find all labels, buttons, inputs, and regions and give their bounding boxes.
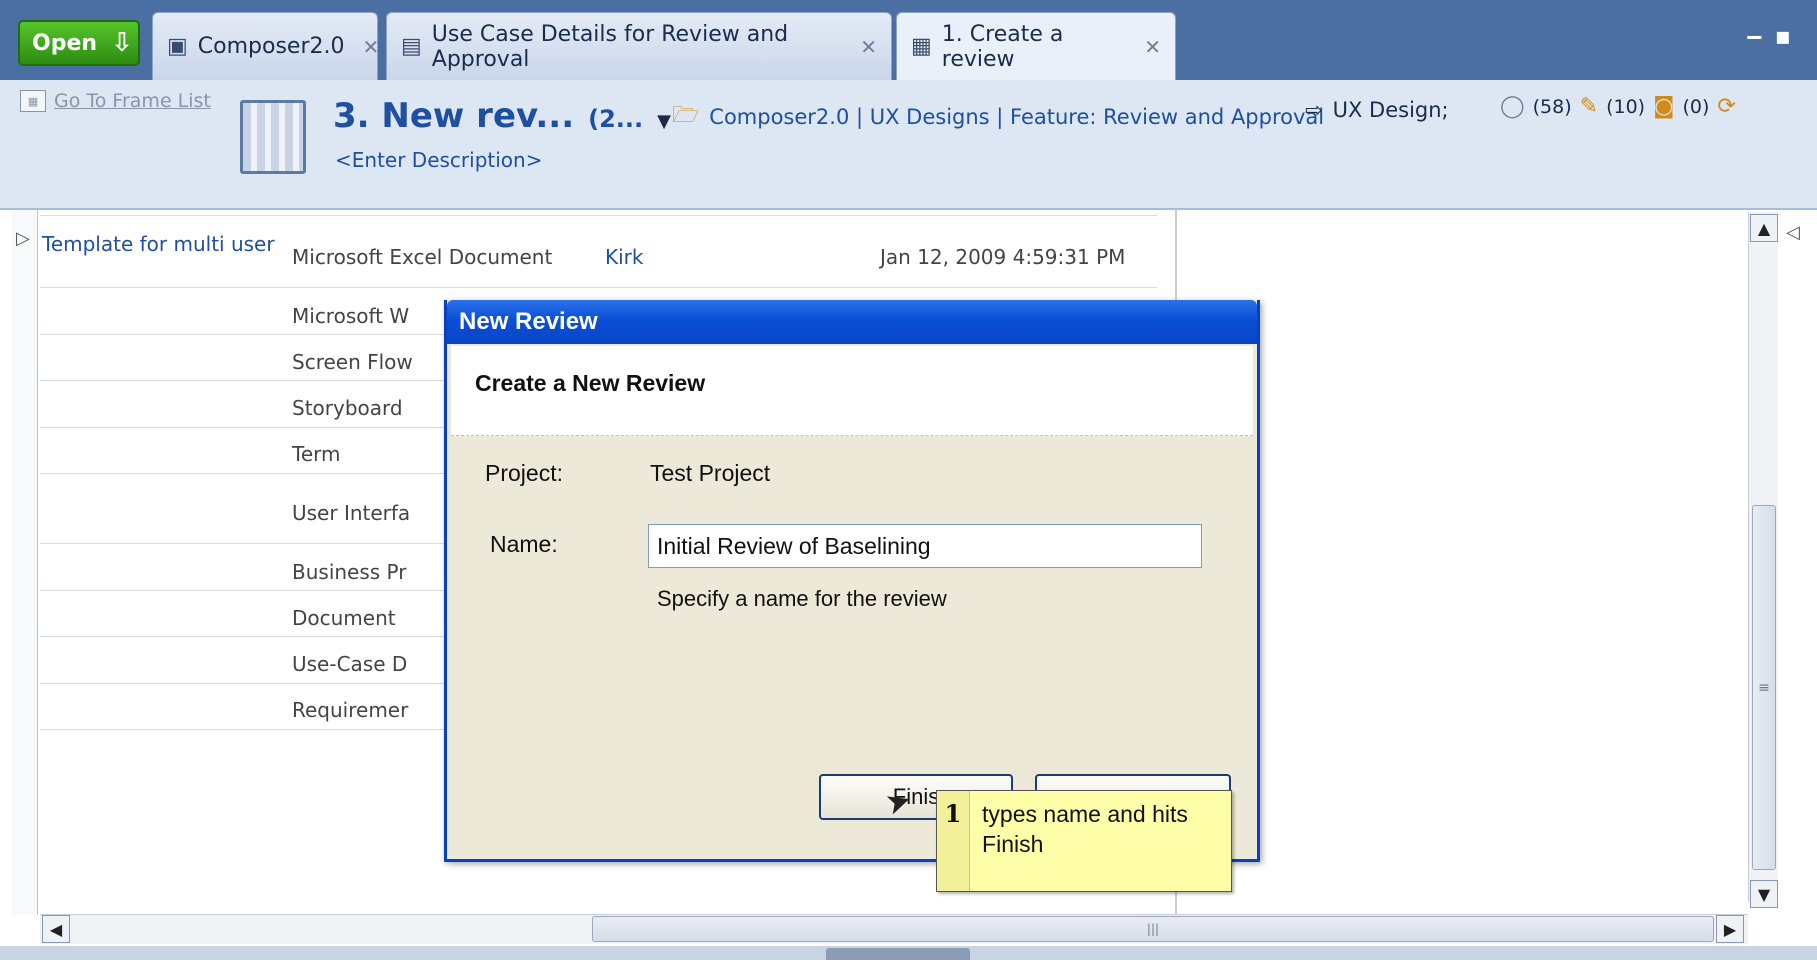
window-controls[interactable]: ‒▪ bbox=[1746, 22, 1803, 50]
list-item-type: Requiremer bbox=[292, 698, 409, 722]
download-arrow-icon: ⇩ bbox=[111, 28, 133, 58]
tab-composer[interactable]: ▣ Composer2.0 ✕ bbox=[152, 12, 380, 80]
open-label: Open bbox=[32, 30, 98, 56]
scroll-down-icon[interactable]: ▼ bbox=[1750, 880, 1778, 908]
list-item-type: Microsoft Excel Document bbox=[292, 245, 553, 269]
project-icon: ▣ bbox=[167, 34, 188, 59]
dialog-heading: Create a New Review bbox=[475, 370, 706, 396]
frame-description[interactable]: <Enter Description> bbox=[335, 148, 542, 172]
folder-icon: 🗁 bbox=[672, 103, 700, 128]
left-gutter bbox=[12, 210, 38, 915]
ux-design-icon: ⇨ bbox=[1305, 98, 1323, 122]
breadcrumb[interactable]: 🗁 Composer2.0 | UX Designs | Feature: Re… bbox=[672, 98, 1324, 136]
close-icon[interactable]: ✕ bbox=[1144, 35, 1161, 59]
dialog-banner: Create a New Review bbox=[451, 346, 1253, 436]
scroll-left-icon[interactable]: ◀ bbox=[42, 915, 70, 943]
tab-label: Use Case Details for Review and Approval bbox=[431, 21, 789, 72]
row-divider bbox=[40, 287, 1157, 288]
template-link[interactable]: Template for multi user bbox=[42, 232, 275, 256]
ux-design-link[interactable]: ⇨ UX Design; bbox=[1305, 98, 1449, 122]
project-value: Test Project bbox=[650, 460, 771, 486]
step-text: types name and hits Finish bbox=[982, 801, 1188, 857]
go-to-frame-list-label: Go To Frame List bbox=[54, 90, 211, 112]
note-icon[interactable]: ◙ bbox=[1653, 94, 1674, 119]
open-button[interactable]: Open ⇩ bbox=[18, 20, 140, 66]
tab-label: 1. Create a review bbox=[941, 21, 1064, 72]
list-item-type: User Interfa bbox=[292, 501, 411, 525]
step-callout: 1 types name and hits Finish bbox=[936, 790, 1232, 892]
expand-triangle-icon[interactable]: ▷ bbox=[16, 228, 30, 249]
refresh-icon[interactable]: ⟳ bbox=[1717, 94, 1735, 119]
tab-bar: Open ⇩ ▣ Composer2.0 ✕ ▤ Use Case Detail… bbox=[0, 0, 1817, 80]
list-item-type: Use-Case D bbox=[292, 652, 408, 676]
scroll-right-icon[interactable]: ▶ bbox=[1716, 915, 1744, 943]
list-item-type: Microsoft W bbox=[292, 304, 410, 328]
edit-icon[interactable]: ✎ bbox=[1580, 94, 1598, 119]
list-item-type: Document bbox=[292, 606, 396, 630]
scroll-up-icon[interactable]: ▲ bbox=[1750, 214, 1778, 242]
document-icon: ▤ bbox=[401, 34, 422, 59]
project-label: Project: bbox=[485, 460, 563, 486]
name-hint: Specify a name for the review bbox=[657, 586, 947, 611]
panel-resize-handle[interactable] bbox=[826, 948, 970, 960]
close-icon[interactable]: ✕ bbox=[860, 35, 877, 59]
horizontal-scroll-thumb[interactable]: ||| bbox=[592, 916, 1714, 942]
annotation-counts: ◯ (58) ✎ (10) ◙ (0) ⟳ bbox=[1500, 94, 1736, 119]
chevron-down-icon[interactable]: ▼ bbox=[657, 111, 671, 132]
ux-design-label: UX Design; bbox=[1332, 98, 1449, 122]
frame-count: (2... bbox=[588, 105, 644, 133]
frame-title-text: 3. New rev... bbox=[333, 96, 575, 136]
new-review-dialog: New Review Create a New Review Project: … bbox=[444, 300, 1260, 862]
storyboard-icon: ▦ bbox=[911, 34, 932, 59]
list-item-type: Screen Flow bbox=[292, 350, 413, 374]
storyboard-frame-icon bbox=[240, 100, 306, 174]
name-label: Name: bbox=[490, 531, 558, 557]
frame-title[interactable]: 3. New rev... (2... ▼ bbox=[333, 96, 671, 136]
frame-list-icon: ▦ bbox=[20, 90, 46, 112]
dialog-title: New Review bbox=[447, 300, 1257, 344]
list-item-type: Term bbox=[292, 442, 341, 466]
tab-use-case-details[interactable]: ▤ Use Case Details for Review and Approv… bbox=[386, 12, 892, 80]
breadcrumb-text: Composer2.0 | UX Designs | Feature: Revi… bbox=[709, 105, 1325, 129]
list-item-type: Business Pr bbox=[292, 560, 407, 584]
vertical-scroll-thumb[interactable]: ≡ bbox=[1752, 505, 1776, 870]
list-item-date: Jan 12, 2009 4:59:31 PM bbox=[880, 245, 1126, 269]
step-number: 1 bbox=[937, 791, 971, 891]
go-to-frame-list-link[interactable]: ▦ Go To Frame List bbox=[20, 90, 211, 112]
row-divider bbox=[40, 215, 1157, 216]
notes-count: (0) bbox=[1682, 95, 1710, 118]
edits-count: (10) bbox=[1606, 95, 1646, 118]
list-item-owner[interactable]: Kirk bbox=[605, 245, 643, 269]
comments-count: (58) bbox=[1532, 95, 1572, 118]
collapse-panel-icon[interactable]: ◁ bbox=[1786, 222, 1800, 243]
close-icon[interactable]: ✕ bbox=[363, 35, 380, 59]
list-item-type: Storyboard bbox=[292, 396, 403, 420]
tab-label: Composer2.0 bbox=[197, 34, 345, 59]
comment-icon[interactable]: ◯ bbox=[1500, 94, 1525, 119]
tab-create-review[interactable]: ▦ 1. Create a review ✕ bbox=[896, 12, 1176, 80]
frame-header: ▦ Go To Frame List 3. New rev... (2... ▼… bbox=[0, 80, 1817, 210]
review-name-input[interactable] bbox=[648, 524, 1202, 568]
